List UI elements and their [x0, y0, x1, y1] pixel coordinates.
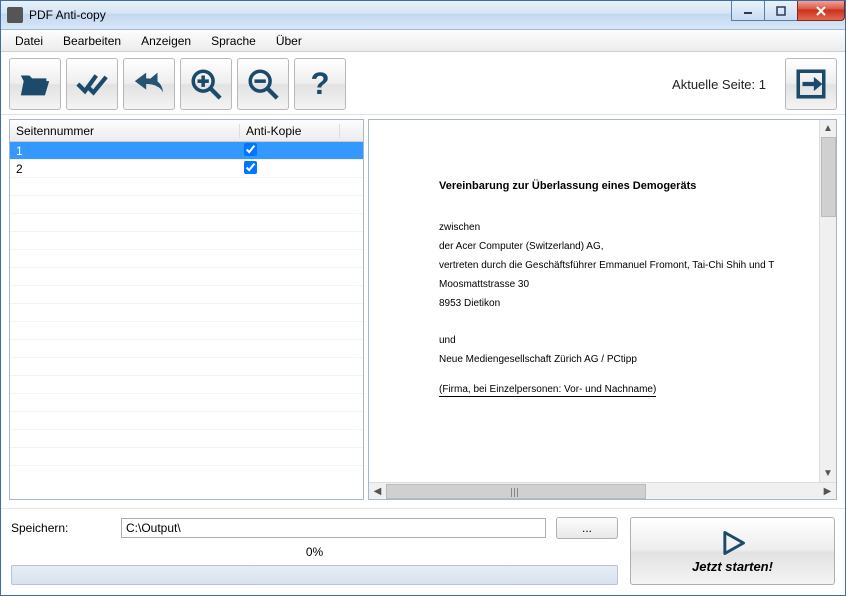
undo-icon [132, 67, 166, 101]
doc-line: Neue Mediengesellschaft Zürich AG / PCti… [439, 354, 787, 365]
zoom-in-button[interactable] [180, 58, 232, 110]
doc-line: vertreten durch die Geschäftsführer Emma… [439, 260, 787, 271]
table-row-empty [10, 304, 363, 322]
menu-anzeigen[interactable]: Anzeigen [131, 32, 201, 50]
scroll-thumb[interactable] [386, 484, 646, 499]
table-row-empty [10, 376, 363, 394]
preview-pane: Vereinbarung zur Überlassung eines Demog… [368, 119, 837, 500]
doc-line: (Firma, bei Einzelpersonen: Vor- und Nac… [439, 384, 656, 397]
window-title: PDF Anti-copy [29, 8, 106, 22]
help-button[interactable]: ? [294, 58, 346, 110]
check-all-icon [75, 67, 109, 101]
zoom-out-icon [246, 67, 280, 101]
anti-copy-checkbox[interactable] [244, 161, 257, 174]
browse-button[interactable]: ... [556, 517, 618, 539]
cell-anti [240, 161, 340, 177]
cell-anti [240, 143, 340, 159]
table-row-empty [10, 196, 363, 214]
table-row-empty [10, 178, 363, 196]
doc-title: Vereinbarung zur Überlassung eines Demog… [439, 180, 787, 192]
close-icon [815, 6, 827, 16]
check-all-button[interactable] [66, 58, 118, 110]
zoom-out-button[interactable] [237, 58, 289, 110]
table-header: Seitennummer Anti-Kopie [10, 120, 363, 142]
table-row-empty [10, 286, 363, 304]
scroll-thumb[interactable] [821, 137, 836, 217]
cell-page: 1 [10, 144, 240, 158]
start-button-label: Jetzt starten! [692, 559, 773, 574]
table-body: 12 [10, 142, 363, 499]
table-row[interactable]: 1 [10, 142, 363, 160]
menu-ueber[interactable]: Über [266, 32, 312, 50]
doc-line: Moosmattstrasse 30 [439, 279, 787, 290]
preview-content: Vereinbarung zur Überlassung eines Demog… [369, 120, 819, 482]
table-row-empty [10, 250, 363, 268]
table-row-empty [10, 340, 363, 358]
table-row-empty [10, 322, 363, 340]
table-row-empty [10, 430, 363, 448]
table-row-empty [10, 232, 363, 250]
progress-label: 0% [11, 545, 618, 559]
cell-page: 2 [10, 162, 240, 176]
svg-text:?: ? [310, 67, 329, 101]
titlebar: PDF Anti-copy [1, 1, 845, 30]
window-controls [732, 1, 845, 21]
scroll-left-icon[interactable]: ◀ [369, 484, 386, 499]
save-label: Speichern: [11, 521, 111, 535]
col-page[interactable]: Seitennummer [10, 124, 240, 138]
maximize-icon [776, 6, 786, 16]
page-table: Seitennummer Anti-Kopie 12 [9, 119, 364, 500]
output-path-input[interactable] [121, 518, 546, 538]
app-icon [7, 7, 23, 23]
maximize-button[interactable] [764, 1, 798, 21]
doc-line: 8953 Dietikon [439, 298, 787, 309]
menu-sprache[interactable]: Sprache [201, 32, 266, 50]
scroll-down-icon[interactable]: ▼ [821, 465, 836, 482]
anti-copy-checkbox[interactable] [244, 143, 257, 156]
table-row-empty [10, 394, 363, 412]
progress-bar [11, 565, 618, 585]
doc-line: zwischen [439, 222, 787, 233]
undo-button[interactable] [123, 58, 175, 110]
scroll-right-icon[interactable]: ▶ [819, 484, 836, 499]
table-row-empty [10, 412, 363, 430]
export-icon [794, 67, 828, 101]
close-button[interactable] [797, 1, 845, 21]
doc-line: der Acer Computer (Switzerland) AG, [439, 241, 787, 252]
current-page-label: Aktuelle Seite: 1 [672, 77, 766, 92]
col-anti[interactable]: Anti-Kopie [240, 124, 340, 138]
minimize-icon [743, 6, 753, 16]
table-row-empty [10, 448, 363, 466]
scrollbar-horizontal[interactable]: ◀ ▶ [369, 482, 836, 499]
open-folder-icon [18, 67, 52, 101]
open-button[interactable] [9, 58, 61, 110]
minimize-button[interactable] [731, 1, 765, 21]
help-icon: ? [303, 67, 337, 101]
menu-bearbeiten[interactable]: Bearbeiten [53, 32, 131, 50]
table-row-empty [10, 268, 363, 286]
start-button[interactable]: Jetzt starten! [630, 517, 835, 585]
scroll-up-icon[interactable]: ▲ [821, 120, 836, 137]
scrollbar-vertical[interactable]: ▲ ▼ [819, 120, 836, 482]
export-button[interactable] [785, 58, 837, 110]
zoom-in-icon [189, 67, 223, 101]
play-icon [719, 529, 747, 557]
toolbar: ? Aktuelle Seite: 1 [1, 52, 845, 115]
doc-line: und [439, 335, 787, 346]
table-row-empty [10, 358, 363, 376]
table-row[interactable]: 2 [10, 160, 363, 178]
menubar: Datei Bearbeiten Anzeigen Sprache Über [1, 30, 845, 52]
menu-datei[interactable]: Datei [5, 32, 53, 50]
table-row-empty [10, 214, 363, 232]
